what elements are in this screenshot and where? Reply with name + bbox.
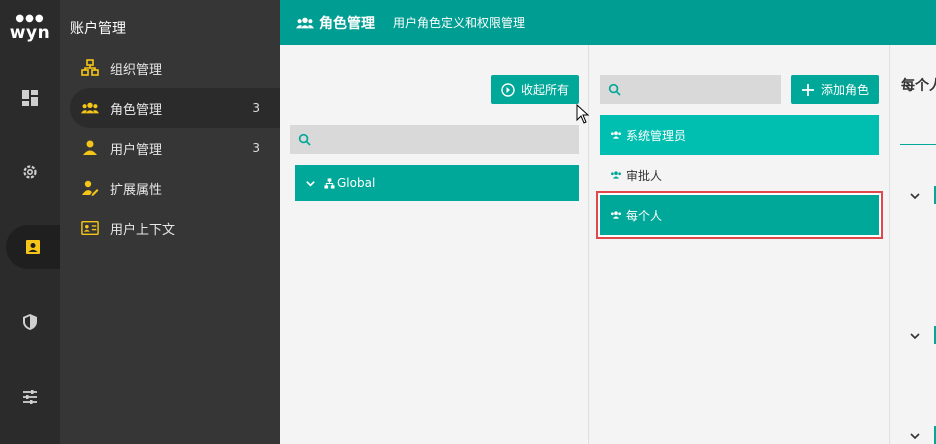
account-nav: 账户管理 组织管理 角色管理 3 用户管理 3 扩展属性 用户上下文 — [60, 0, 280, 444]
nav-item-label: 组织管理 — [110, 62, 163, 78]
nav-item-label: 扩展属性 — [110, 182, 163, 198]
app-logo[interactable]: ●●● wyn — [0, 0, 60, 56]
add-role-button[interactable]: 添加角色 — [791, 75, 879, 104]
add-role-label: 添加角色 — [820, 83, 869, 97]
user-icon — [80, 138, 100, 158]
role-label: 审批人 — [626, 168, 663, 183]
user-edit-icon — [80, 178, 100, 198]
users-icon — [611, 131, 621, 139]
rail-tuning-button[interactable] — [0, 372, 60, 422]
tab-underline — [900, 144, 936, 145]
users-icon — [80, 98, 100, 118]
role-search[interactable] — [600, 75, 781, 104]
role-item-admin[interactable]: 系统管理员 — [600, 115, 879, 155]
collapse-circle-icon — [501, 82, 515, 97]
dashboard-icon — [22, 90, 38, 106]
contact-card-icon — [80, 218, 100, 238]
plus-icon — [801, 83, 814, 96]
page-header: 角色管理 用户角色定义和权限管理 — [280, 0, 936, 45]
users-icon — [611, 211, 621, 219]
collapse-all-label: 收起所有 — [520, 83, 569, 97]
tree-node-global[interactable]: Global — [295, 165, 579, 201]
chevron-down-icon[interactable] — [909, 330, 921, 342]
nav-item-users[interactable]: 用户管理 3 — [70, 128, 280, 168]
tree-node-label: Global — [337, 176, 376, 190]
org-search-input[interactable] — [317, 132, 542, 147]
role-item-everyone[interactable]: 每个人 — [600, 195, 879, 235]
search-icon — [298, 133, 311, 146]
roles-panel: 添加角色 系统管理员 审批人 每个人 — [590, 45, 890, 444]
shield-icon — [23, 314, 37, 330]
mouse-cursor-icon — [576, 104, 590, 124]
users-icon — [611, 171, 621, 179]
rail-security-button[interactable] — [0, 297, 60, 347]
nav-item-label: 用户上下文 — [110, 222, 176, 238]
nav-item-label: 角色管理 — [110, 102, 163, 118]
org-search[interactable] — [290, 125, 579, 154]
role-search-input[interactable] — [627, 82, 766, 97]
nav-title: 账户管理 — [70, 21, 126, 37]
rail-account-button[interactable] — [6, 225, 60, 269]
role-label: 每个人 — [626, 208, 663, 223]
role-item-approver[interactable]: 审批人 — [600, 155, 879, 195]
chevron-down-icon[interactable] — [305, 178, 316, 189]
nav-item-label: 用户管理 — [110, 142, 163, 158]
rail-settings-button[interactable] — [0, 147, 60, 197]
nav-item-extended-attributes[interactable]: 扩展属性 — [70, 168, 280, 208]
search-icon — [608, 83, 621, 96]
org-panel: 收起所有 Global — [280, 45, 589, 444]
sliders-icon — [23, 390, 37, 404]
nav-item-user-context[interactable]: 用户上下文 — [70, 208, 280, 248]
org-tree-icon — [324, 177, 335, 189]
icon-rail: ●●● wyn — [0, 0, 60, 444]
nav-item-count: 3 — [252, 101, 260, 115]
rail-dashboard-button[interactable] — [0, 73, 60, 123]
chevron-down-icon[interactable] — [909, 190, 921, 202]
gear-icon — [23, 165, 37, 179]
role-detail-title: 每个人 — [901, 78, 936, 94]
id-card-icon — [26, 240, 40, 254]
users-icon — [296, 16, 314, 30]
page-title: 角色管理 — [319, 15, 375, 32]
chevron-down-icon[interactable] — [909, 430, 921, 442]
page-subtitle: 用户角色定义和权限管理 — [393, 16, 526, 30]
org-tree-icon — [80, 58, 100, 78]
role-label: 系统管理员 — [626, 128, 687, 143]
role-detail-panel: 每个人 — [891, 45, 936, 444]
nav-item-roles[interactable]: 角色管理 3 — [70, 88, 280, 128]
nav-item-org[interactable]: 组织管理 — [70, 48, 280, 88]
nav-item-count: 3 — [252, 141, 260, 155]
collapse-all-button[interactable]: 收起所有 — [491, 75, 579, 104]
logo-text: wyn — [9, 23, 51, 43]
